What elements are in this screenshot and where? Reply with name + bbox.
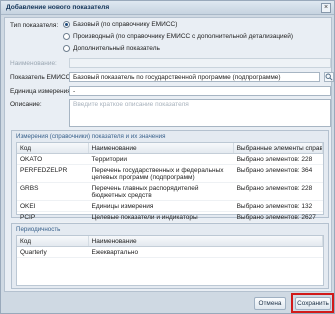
name-label: Наименование: [10, 60, 57, 67]
table-row[interactable]: OKEI Единицы измерения Выбрано элементов… [17, 201, 323, 212]
unit-label: Единица измерения: [10, 88, 73, 95]
table-row[interactable]: PCIP Целевые показатели и индикаторы Выб… [17, 212, 323, 223]
table-row[interactable]: Quarterly Ежеквартально [17, 247, 323, 258]
dimensions-section: Измерения (справочники) показателя и их … [11, 130, 329, 223]
column-header-name[interactable]: Наименование [89, 143, 234, 153]
radio-label: Производный (по справочнику ЕМИСС с допо… [73, 33, 294, 40]
cell-selected: Выбрано элементов: 2627 [236, 213, 316, 221]
cell-name: Единицы измерения [91, 202, 154, 210]
cell-name: Ежеквартально [91, 248, 139, 256]
radio-dot-icon [63, 45, 70, 52]
dimensions-table: Код Наименование Выбранные элементы спра… [16, 142, 324, 223]
column-header-name[interactable]: Наименование [89, 236, 323, 246]
periodicity-table: Код Наименование Quarterly Ежеквартально [16, 235, 324, 286]
cell-name: Целевые показатели и индикаторы [91, 213, 198, 221]
cancel-button[interactable]: Отмена [254, 297, 286, 310]
radio-label: Базовый (по справочнику ЕМИСС) [73, 21, 178, 28]
add-indicator-dialog: Добавление нового показателя × Тип показ… [0, 0, 335, 314]
radio-dot-icon [63, 33, 70, 40]
cell-name: Перечень государственных и федеральных ц… [91, 166, 224, 181]
table-row[interactable]: OKATO Территории Выбрано элементов: 228 [17, 154, 323, 165]
indicator-type-label: Тип показателя: [10, 22, 59, 29]
description-placeholder: Введите краткое описание показателя [73, 101, 189, 108]
table-header: Код Наименование [17, 236, 323, 247]
cell-selected: Выбрано элементов: 132 [236, 202, 313, 210]
cell-name: Перечень главных распорядителей бюджетны… [91, 184, 199, 199]
cell-code: PERFEDZELPR [20, 166, 68, 174]
radio-dot-icon [63, 21, 70, 28]
table-header: Код Наименование Выбранные элементы спра… [17, 143, 323, 154]
column-header-code[interactable]: Код [17, 143, 89, 153]
emiss-indicator-field[interactable]: Базовый показатель по государственной пр… [69, 72, 320, 82]
dialog-title: Добавление нового показателя [6, 4, 110, 11]
cell-selected: Выбрано элементов: 228 [236, 155, 313, 163]
table-row[interactable]: GRBS Перечень главных распорядителей бюд… [17, 183, 323, 201]
cell-name: Территории [91, 155, 128, 163]
radio-additional-indicator[interactable]: Дополнительный показатель [63, 45, 160, 52]
unit-value: - [73, 88, 76, 95]
radio-label: Дополнительный показатель [73, 45, 160, 52]
column-header-selected[interactable]: Выбранные элементы справочника [234, 143, 323, 153]
cell-code: GRBS [20, 184, 39, 192]
description-label: Описание: [10, 101, 42, 108]
unit-field[interactable]: - [69, 86, 331, 96]
close-icon[interactable]: × [321, 3, 331, 13]
cell-code: OKEI [20, 202, 36, 210]
dimensions-section-title: Измерения (справочники) показателя и их … [16, 133, 166, 140]
description-field[interactable]: Введите краткое описание показателя [69, 99, 331, 127]
emiss-search-button[interactable] [324, 72, 334, 82]
cell-selected: Выбрано элементов: 364 [236, 166, 313, 174]
name-field [69, 58, 331, 68]
emiss-indicator-label: Показатель ЕМИСС: [10, 74, 73, 81]
dialog-titlebar[interactable]: Добавление нового показателя × [1, 1, 334, 15]
cell-code: OKATO [20, 155, 43, 163]
save-button-highlight [291, 293, 334, 313]
dialog-footer: Отмена Сохранить [1, 293, 334, 314]
cell-code: Quarterly [20, 248, 47, 256]
radio-base-indicator[interactable]: Базовый (по справочнику ЕМИСС) [63, 21, 177, 28]
periodicity-section: Периодичность Код Наименование Quarterly… [11, 223, 329, 289]
cell-code: PCIP [20, 213, 36, 221]
dialog-body: Тип показателя: Базовый (по справочнику … [4, 17, 334, 292]
periodicity-section-title: Периодичность [16, 226, 61, 233]
table-row[interactable]: PERFEDZELPR Перечень государственных и ф… [17, 165, 323, 183]
column-header-code[interactable]: Код [17, 236, 89, 246]
emiss-indicator-value: Базовый показатель по государственной пр… [73, 74, 281, 81]
radio-derived-indicator[interactable]: Производный (по справочнику ЕМИСС с допо… [63, 33, 293, 40]
search-icon [325, 73, 333, 81]
cell-selected: Выбрано элементов: 228 [236, 184, 313, 192]
